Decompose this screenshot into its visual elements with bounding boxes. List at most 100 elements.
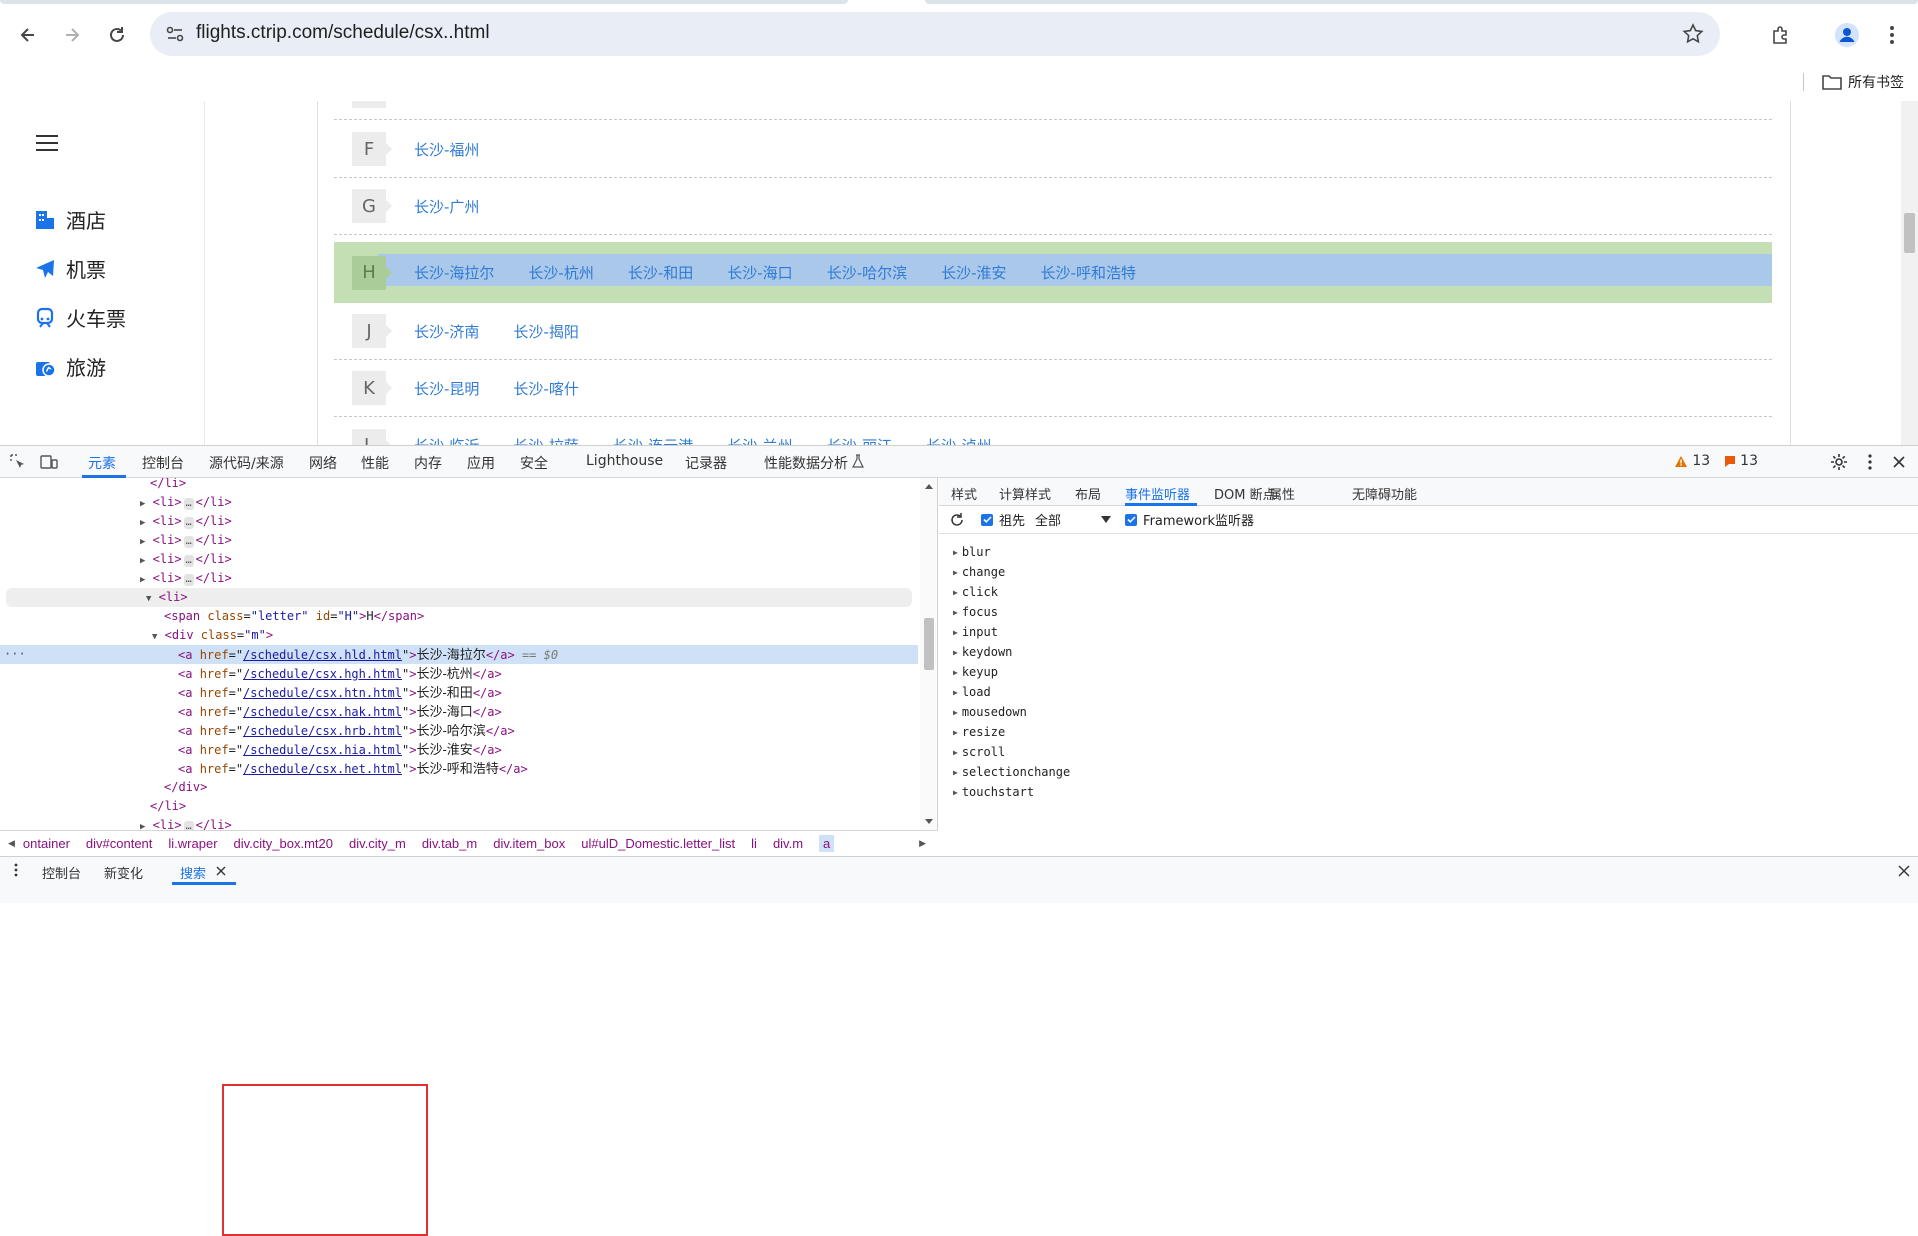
dom-node-anchor[interactable]: <a href="/schedule/csx.hgh.html">长沙-杭州</… — [0, 664, 918, 683]
nav-item-flights[interactable]: 机票 — [34, 254, 106, 283]
breadcrumb-scroll-right-icon[interactable]: ▶ — [919, 839, 926, 849]
route-link[interactable]: 长沙-杭州 — [528, 262, 593, 283]
close-devtools-icon[interactable] — [1892, 455, 1906, 469]
route-link[interactable]: 长沙-昆明 — [414, 378, 479, 399]
breadcrumb-item[interactable]: div.city_box.mt20 — [234, 836, 333, 851]
nav-item-train[interactable]: 火车票 — [34, 303, 126, 332]
tab-styles[interactable]: 样式 — [951, 484, 977, 503]
browser-menu-button[interactable] — [1875, 18, 1909, 52]
drawer-tab-changes[interactable]: 新变化 — [104, 863, 143, 882]
address-bar[interactable]: flights.ctrip.com/schedule/csx..html — [150, 12, 1720, 56]
profile-button[interactable] — [1830, 18, 1864, 52]
dom-node[interactable]: </li> — [0, 797, 918, 816]
dom-node[interactable]: ▶ <li>… </li> — [0, 550, 918, 569]
dom-node[interactable]: ▶ <li>… </li> — [0, 816, 918, 830]
breadcrumb-item[interactable]: div#content — [86, 836, 153, 851]
close-tab-icon[interactable] — [216, 866, 226, 876]
dom-node-anchor[interactable]: <a href="/schedule/csx.hia.html">长沙-淮安</… — [0, 740, 918, 759]
route-link[interactable]: 长沙-哈尔滨 — [827, 262, 907, 283]
dom-node[interactable]: ▶ <li>… </li> — [0, 493, 918, 512]
dom-node[interactable]: ▶ <li>… </li> — [0, 512, 918, 531]
elements-scrollbar[interactable] — [920, 478, 937, 830]
forward-button[interactable] — [55, 18, 89, 52]
dom-node[interactable]: ▶ <li>… </li> — [0, 531, 918, 550]
route-link[interactable]: 长沙-丽江 — [827, 435, 892, 445]
ellipsis-badge[interactable]: … — [183, 574, 194, 586]
page-scrollbar-thumb[interactable] — [1904, 213, 1915, 253]
breadcrumb-item[interactable]: li.wraper — [168, 836, 217, 851]
event-listener-item[interactable]: resize — [953, 722, 1005, 742]
ancestors-checkbox[interactable] — [981, 513, 993, 526]
dom-href-link[interactable]: /schedule/csx.hia.html — [243, 743, 402, 757]
tab-computed[interactable]: 计算样式 — [999, 484, 1051, 503]
breadcrumb-item[interactable]: div.item_box — [493, 836, 565, 851]
filter-select[interactable]: 全部 — [1035, 510, 1112, 529]
event-listener-item[interactable]: click — [953, 582, 998, 602]
scroll-up-icon[interactable] — [924, 482, 934, 490]
ellipsis-badge[interactable]: … — [183, 536, 194, 548]
dom-href-link[interactable]: /schedule/csx.het.html — [243, 762, 402, 776]
route-link[interactable]: 长沙-兰州 — [727, 435, 792, 445]
route-link[interactable]: 长沙-呼和浩特 — [1041, 262, 1136, 283]
route-link[interactable]: 长沙-泸州 — [926, 435, 991, 445]
tab-layout[interactable]: 布局 — [1075, 484, 1101, 503]
dom-node[interactable]: </div> — [0, 778, 918, 797]
drawer-tab-search[interactable]: 搜索 — [180, 863, 206, 882]
tab-security[interactable]: 安全 — [520, 453, 548, 473]
bookmark-star-icon[interactable] — [1682, 23, 1704, 45]
nav-item-travel[interactable]: 旅游 — [34, 352, 106, 381]
breadcrumb-item[interactable]: li — [751, 836, 757, 851]
close-drawer-icon[interactable] — [1898, 865, 1910, 877]
all-bookmarks-folder[interactable]: 所有书签 — [1803, 72, 1904, 92]
dom-node-anchor[interactable]: <a href="/schedule/csx.hrb.html">长沙-哈尔滨<… — [0, 721, 918, 740]
breadcrumb-item[interactable]: div.city_m — [349, 836, 406, 851]
route-link[interactable]: 长沙-广州 — [414, 196, 479, 217]
settings-gear-icon[interactable] — [1830, 453, 1848, 471]
tab-event-listeners[interactable]: 事件监听器 — [1125, 484, 1190, 503]
reload-button[interactable] — [100, 18, 134, 52]
tab-recorder[interactable]: 记录器 — [685, 453, 727, 473]
route-link[interactable]: 长沙-连云港 — [613, 435, 693, 445]
nav-item-hotel[interactable]: 酒店 — [34, 205, 106, 234]
ellipsis-badge[interactable]: … — [183, 555, 194, 567]
route-link[interactable]: 长沙-喀什 — [513, 378, 578, 399]
tab-network[interactable]: 网络 — [309, 453, 337, 473]
tab-elements[interactable]: 元素 — [88, 453, 116, 473]
dom-href-link[interactable]: /schedule/csx.hrb.html — [243, 724, 402, 738]
event-listener-item[interactable]: scroll — [953, 742, 1005, 762]
scroll-down-icon[interactable] — [924, 818, 934, 826]
dom-node[interactable]: ▶ <li>… </li> — [0, 569, 918, 588]
dom-node-span-letter[interactable]: <span class="letter" id="H">H</span> — [0, 607, 918, 626]
tab-performance[interactable]: 性能 — [361, 453, 389, 473]
dom-node[interactable]: </li> — [0, 478, 918, 493]
dom-href-link[interactable]: /schedule/csx.hgh.html — [243, 667, 402, 681]
breadcrumb-item[interactable]: ontainer — [23, 836, 70, 851]
extensions-button[interactable] — [1764, 18, 1798, 52]
dom-node-anchor[interactable]: <a href="/schedule/csx.hak.html">长沙-海口</… — [0, 702, 918, 721]
dom-href-link[interactable]: /schedule/csx.htn.html — [243, 686, 402, 700]
tab-performance-insights[interactable]: 性能数据分析 — [764, 453, 848, 473]
tab-properties[interactable]: 属性 — [1269, 484, 1295, 503]
site-info-icon[interactable] — [164, 23, 186, 45]
route-link[interactable]: 长沙-海拉尔 — [414, 262, 494, 283]
dom-node-anchor[interactable]: <a href="/schedule/csx.htn.html">长沙-和田</… — [0, 683, 918, 702]
ellipsis-badge[interactable]: … — [183, 498, 194, 510]
event-listener-item[interactable]: touchstart — [953, 782, 1034, 802]
event-listener-item[interactable]: input — [953, 622, 998, 642]
dom-node-div-m[interactable]: ▼ <div class="m"> — [0, 626, 918, 645]
ellipsis-badge[interactable]: … — [183, 517, 194, 529]
devtools-more-icon[interactable] — [1868, 454, 1872, 470]
dom-node-anchor[interactable]: <a href="/schedule/csx.het.html">长沙-呼和浩特… — [0, 759, 918, 778]
route-link[interactable]: 长沙-拉萨 — [513, 435, 578, 445]
tab-sources[interactable]: 源代码/来源 — [209, 453, 284, 473]
back-button[interactable] — [11, 18, 45, 52]
dom-href-link[interactable]: /schedule/csx.hld.html — [243, 648, 402, 662]
dom-href-link[interactable]: /schedule/csx.hak.html — [243, 705, 402, 719]
tab-console[interactable]: 控制台 — [142, 453, 184, 473]
route-link[interactable]: 长沙-临沂 — [414, 435, 479, 445]
breadcrumb-item[interactable]: div.tab_m — [422, 836, 477, 851]
drawer-tab-console[interactable]: 控制台 — [42, 863, 81, 882]
breadcrumb-scroll-left-icon[interactable]: ◀ — [8, 839, 15, 849]
dom-node-li-open[interactable]: ▼ <li> — [6, 588, 912, 607]
elements-tree[interactable]: </li> ▶ <li>… </li> ▶ <li>… </li> ▶ <li>… <… — [0, 478, 938, 830]
